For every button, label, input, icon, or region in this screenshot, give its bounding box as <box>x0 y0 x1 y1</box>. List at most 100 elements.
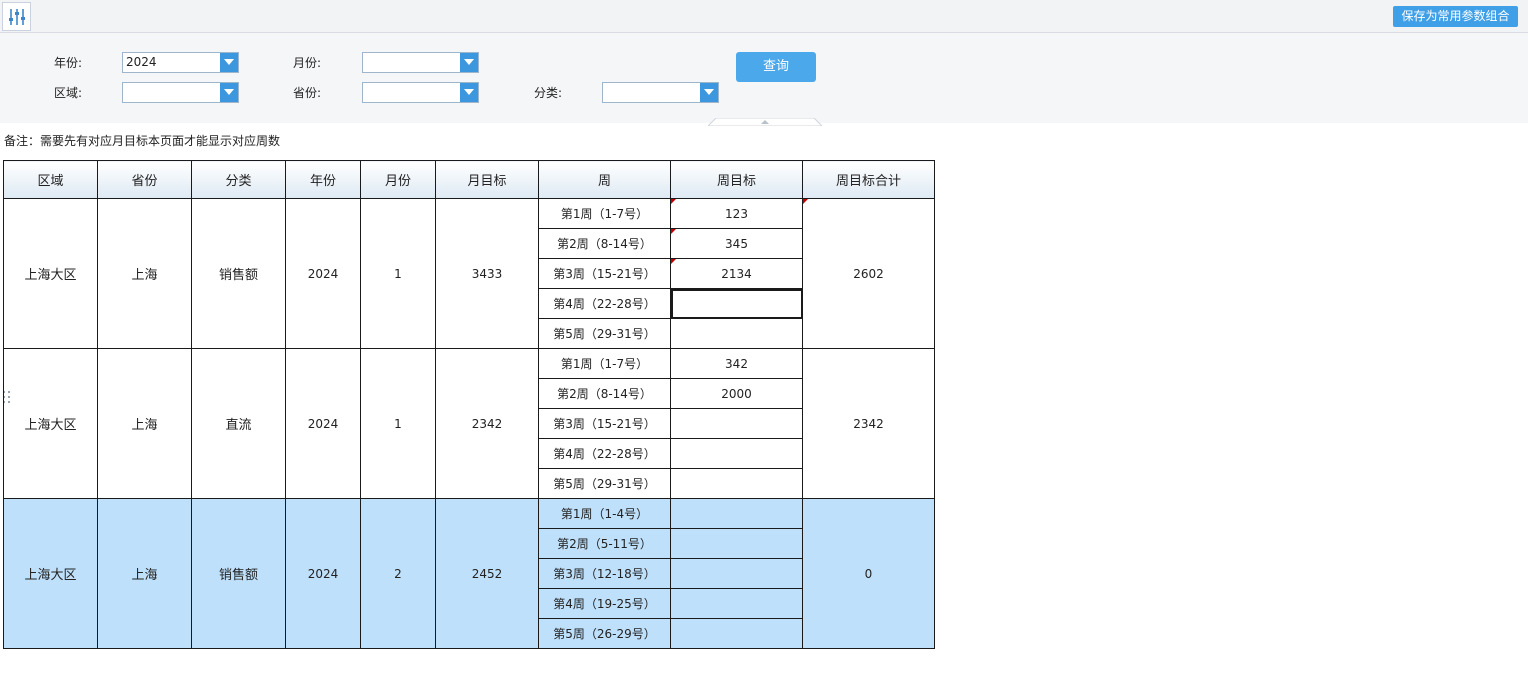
category-cell: 直流 <box>191 348 286 499</box>
week-cell: 第3周（15-21号） <box>538 258 671 289</box>
table-header-row: 区域 省份 分类 年份 月份 月目标 周 周目标 周目标合计 <box>3 160 935 199</box>
comment-flag-icon <box>671 229 676 234</box>
comment-flag-icon <box>671 199 676 204</box>
region-cell: 上海大区 <box>3 348 98 499</box>
month-label: 月份: <box>293 56 322 70</box>
week-cell: 第5周（29-31号） <box>538 318 671 349</box>
parameter-panel: 年份: 2024 月份: 查询 区域: 省份: 分类: <box>0 33 1528 127</box>
province-select[interactable] <box>362 82 479 103</box>
week-target-value: 123 <box>725 206 748 221</box>
week-target-cell[interactable] <box>670 528 803 559</box>
week-cell: 第3周（15-21号） <box>538 408 671 439</box>
week-target-cell[interactable] <box>670 588 803 619</box>
week-cell: 第4周（19-25号） <box>538 588 671 619</box>
table-row: 上海大区 上海 直流 2024 1 2342 第1周（1-7号） 342 234… <box>3 348 935 499</box>
month-cell: 1 <box>360 198 436 349</box>
header-year: 年份 <box>285 160 361 199</box>
week-cell: 第1周（1-7号） <box>538 348 671 379</box>
week-target-cell[interactable] <box>670 558 803 589</box>
top-toolbar: 保存为常用参数组合 <box>0 0 1528 33</box>
week-target-cell[interactable] <box>670 438 803 469</box>
week-cell: 第4周（22-28号） <box>538 438 671 469</box>
week-target-total-cell: 0 <box>802 498 935 649</box>
week-target-table: 区域 省份 分类 年份 月份 月目标 周 周目标 周目标合计 上海大区 上海 销… <box>3 160 935 649</box>
week-cell: 第2周（8-14号） <box>538 228 671 259</box>
week-target-cell[interactable]: 342 <box>670 348 803 379</box>
header-category: 分类 <box>191 160 286 199</box>
week-target-cell[interactable]: 123 <box>670 198 803 229</box>
week-cell: 第4周（22-28号） <box>538 288 671 319</box>
region-cell: 上海大区 <box>3 498 98 649</box>
header-week: 周 <box>538 160 671 199</box>
year-cell: 2024 <box>285 498 361 649</box>
week-cell: 第1周（1-7号） <box>538 198 671 229</box>
week-target-value: 345 <box>725 236 748 251</box>
year-select[interactable]: 2024 <box>122 52 239 73</box>
province-cell: 上海 <box>97 348 192 499</box>
table-row: 上海大区 上海 销售额 2024 1 3433 第1周（1-7号） 123 26… <box>3 198 935 349</box>
year-cell: 2024 <box>285 348 361 499</box>
week-cell: 第3周（12-18号） <box>538 558 671 589</box>
year-cell: 2024 <box>285 198 361 349</box>
week-cell: 第2周（8-14号） <box>538 378 671 409</box>
chevron-up-icon[interactable] <box>706 115 824 127</box>
region-label: 区域: <box>54 86 83 100</box>
week-cell: 第1周（1-4号） <box>538 498 671 529</box>
week-cell: 第5周（29-31号） <box>538 468 671 499</box>
month-target-cell: 2452 <box>435 498 539 649</box>
week-target-total-value: 0 <box>864 566 873 581</box>
header-province: 省份 <box>97 160 192 199</box>
week-cell: 第5周（26-29号） <box>538 618 671 649</box>
query-button[interactable]: 查询 <box>736 52 816 82</box>
week-target-cell[interactable] <box>670 408 803 439</box>
chevron-down-icon[interactable] <box>220 53 238 72</box>
week-target-value: 2134 <box>721 266 752 281</box>
week-target-cell[interactable]: 345 <box>670 228 803 259</box>
header-week-target-total: 周目标合计 <box>802 160 935 199</box>
category-label: 分类: <box>534 86 563 100</box>
week-target-value: 2000 <box>721 386 752 401</box>
province-label: 省份: <box>293 86 322 100</box>
week-target-total-cell: 2602 <box>802 198 935 349</box>
week-target-cell[interactable] <box>670 318 803 349</box>
year-label: 年份: <box>54 56 83 70</box>
comment-flag-icon <box>671 259 676 264</box>
chevron-down-icon[interactable] <box>700 83 718 102</box>
month-select[interactable] <box>362 52 479 73</box>
chevron-down-icon[interactable] <box>460 83 478 102</box>
sliders-icon[interactable] <box>2 2 31 31</box>
week-target-cell[interactable] <box>670 468 803 499</box>
region-select[interactable] <box>122 82 239 103</box>
month-target-cell: 2342 <box>435 348 539 499</box>
category-cell: 销售额 <box>191 198 286 349</box>
remark-text: 备注：需要先有对应月目标本页面才能显示对应周数 <box>4 134 281 148</box>
month-cell: 1 <box>360 348 436 499</box>
week-target-cell[interactable] <box>670 498 803 529</box>
week-target-cell[interactable]: 2000 <box>670 378 803 409</box>
category-select[interactable] <box>602 82 719 103</box>
week-target-total-cell: 2342 <box>802 348 935 499</box>
week-cell: 第2周（5-11号） <box>538 528 671 559</box>
header-week-target: 周目标 <box>670 160 803 199</box>
table-row-selected[interactable]: 上海大区 上海 销售额 2024 2 2452 第1周（1-4号） 0 <box>3 498 935 649</box>
chevron-down-icon[interactable] <box>220 83 238 102</box>
week-target-cell[interactable] <box>670 618 803 649</box>
chevron-down-icon[interactable] <box>460 53 478 72</box>
header-month-target: 月目标 <box>435 160 539 199</box>
province-cell: 上海 <box>97 198 192 349</box>
week-target-cell[interactable]: 2134 <box>670 258 803 289</box>
region-cell: 上海大区 <box>3 198 98 349</box>
header-region: 区域 <box>3 160 98 199</box>
month-target-cell: 3433 <box>435 198 539 349</box>
week-target-total-value: 2602 <box>853 266 884 281</box>
header-month: 月份 <box>360 160 436 199</box>
month-cell: 2 <box>360 498 436 649</box>
week-target-value: 342 <box>725 356 748 371</box>
province-cell: 上海 <box>97 498 192 649</box>
category-cell: 销售额 <box>191 498 286 649</box>
year-select-value: 2024 <box>126 55 157 69</box>
week-target-cell-active[interactable] <box>670 288 803 319</box>
save-params-button[interactable]: 保存为常用参数组合 <box>1393 6 1518 27</box>
week-target-total-value: 2342 <box>853 416 884 431</box>
comment-flag-icon <box>803 199 808 204</box>
